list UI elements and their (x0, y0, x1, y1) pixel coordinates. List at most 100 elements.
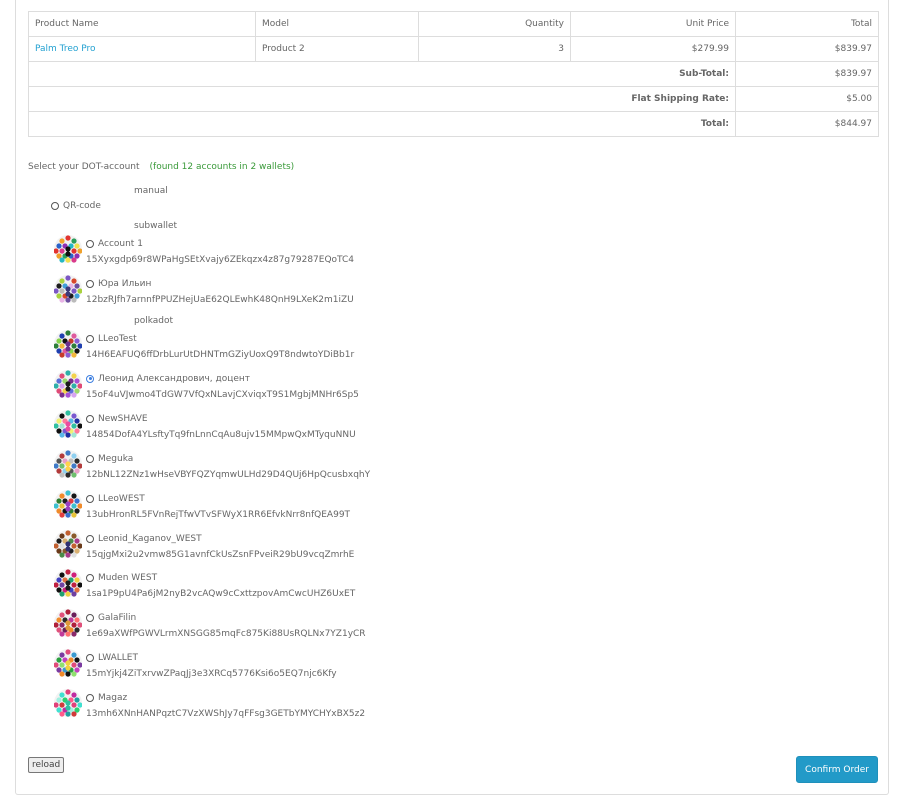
account-name-line: Magaz (86, 693, 127, 703)
account-radio[interactable] (86, 279, 94, 288)
account-identicon-icon (54, 609, 82, 637)
account-address: 15Xyxgdp69r8WPaHgSEtXvajy6ZEkqzx4z87g792… (86, 255, 355, 265)
account-radio[interactable] (86, 534, 94, 543)
account-address: 13ubHronRL5FVnRejTfwVTvSFWyX1RR6EfvkNrr8… (86, 510, 351, 520)
account-option[interactable]: Юра Ильин 12bzRJfh7arnnfPPUZHejUaE62QLEwh… (54, 275, 414, 311)
account-name: Леонид Александрович, доцент (98, 374, 251, 384)
qr-code-label: QR-code (63, 201, 101, 211)
account-option[interactable]: Meguka 12bNL12ZNz1wHseVBYFQZYqmwULHd29D4Q… (54, 450, 414, 486)
account-option[interactable]: Леонид Александрович, доцент 15oF4uVJwmo4… (54, 370, 414, 406)
product-name-cell: Palm Treo Pro (28, 36, 256, 62)
account-identicon-icon (54, 330, 82, 358)
total-value: $844.97 (735, 111, 879, 137)
account-radio[interactable] (86, 693, 94, 702)
account-name: Account 1 (98, 239, 143, 249)
account-radio[interactable] (86, 414, 94, 423)
quantity-cell: 3 (418, 36, 571, 62)
account-radio[interactable] (86, 239, 94, 248)
account-name-line: Leonid_Kaganov_WEST (86, 534, 202, 544)
account-name: Muden WEST (98, 573, 158, 583)
account-name: Meguka (98, 454, 134, 464)
account-name-line: LWALLET (86, 653, 138, 663)
account-name-line: Леонид Александрович, доцент (86, 374, 250, 384)
account-name-line: LLeoTest (86, 334, 137, 344)
account-name-line: GalaFilin (86, 613, 136, 623)
account-radio[interactable] (86, 573, 94, 582)
account-address: 13mh6XNnHANPqztC7VzXWShJy7qFFsg3GETbYMYC… (86, 709, 366, 719)
account-option[interactable]: GalaFilin 1e69aXWfPGWVLrmXNSGG85mqFc875Ki… (54, 609, 414, 645)
account-name: Magaz (98, 693, 128, 703)
shipping-label: Flat Shipping Rate: (28, 86, 736, 112)
group-label-polkadot: polkadot (134, 316, 174, 326)
account-option[interactable]: LWALLET 15mYjkj4ZiTxrvwZPaqJj3e3XRCq5776K… (54, 649, 414, 685)
account-radio[interactable] (86, 374, 94, 383)
found-accounts-text: (found 12 accounts in 2 wallets) (149, 162, 295, 172)
qr-code-radio[interactable] (51, 201, 59, 210)
account-radio[interactable] (86, 653, 94, 662)
account-address: 14H6EAFUQ6ffDrbLurUtDHNTmGZiyUoxQ9T8ndwt… (86, 350, 355, 360)
column-header-total: Total (735, 11, 879, 37)
account-name-line: Юра Ильин (86, 279, 151, 289)
group-label-manual: manual (134, 186, 168, 196)
account-identicon-icon (54, 410, 82, 438)
checkout-confirm-panel: Product Name Model Quantity Unit Price T… (15, 0, 889, 795)
subtotal-row: Sub-Total: $839.97 (28, 61, 879, 87)
account-identicon-icon (54, 275, 82, 303)
account-option[interactable]: NewSHAVE 14854DofA4YLsftyTq9fnLnnCqAu8ujv… (54, 410, 414, 446)
account-option[interactable]: Account 1 15Xyxgdp69r8WPaHgSEtXvajy6ZEkqz… (54, 235, 414, 271)
dot-account-heading: Select your DOT-account (found 12 account… (28, 162, 294, 172)
account-name-line: Muden WEST (86, 573, 157, 583)
account-address: 15qjgMxi2u2vmw85G1avnfCkUsZsnFPveiR29bU9… (86, 550, 355, 560)
model-cell: Product 2 (255, 36, 419, 62)
account-identicon-icon (54, 649, 82, 677)
account-address: 12bNL12ZNz1wHseVBYFQZYqmwULHd29D4QUj6HpQ… (86, 470, 371, 480)
account-name: NewSHAVE (98, 414, 148, 424)
account-identicon-icon (54, 235, 82, 263)
account-name: Leonid_Kaganov_WEST (98, 534, 202, 544)
qr-code-option[interactable]: QR-code (51, 201, 101, 211)
shipping-row: Flat Shipping Rate: $5.00 (28, 86, 879, 112)
total-row: Total: $844.97 (28, 111, 879, 137)
account-option[interactable]: Magaz 13mh6XNnHANPqztC7VzXWShJy7qFFsg3GET… (54, 689, 414, 725)
account-address: 1sa1P9pU4Pa6jM2nyB2vcAQw9cCxttzpovAmCwcU… (86, 589, 356, 599)
account-option[interactable]: Leonid_Kaganov_WEST 15qjgMxi2u2vmw85G1avn… (54, 530, 414, 566)
subtotal-value: $839.97 (735, 61, 879, 87)
account-name: LLeoWEST (98, 494, 145, 504)
group-label-subwallet: subwallet (134, 221, 178, 231)
total-label: Total: (28, 111, 736, 137)
account-option[interactable]: LLeoTest 14H6EAFUQ6ffDrbLurUtDHNTmGZiyUox… (54, 330, 414, 366)
account-name: LWALLET (98, 653, 138, 663)
select-dot-account-label: Select your DOT-account (28, 162, 140, 172)
account-name-line: NewSHAVE (86, 414, 148, 424)
account-identicon-icon (54, 490, 82, 518)
column-header-product-name: Product Name (28, 11, 256, 37)
account-identicon-icon (54, 689, 82, 717)
line-total-cell: $839.97 (735, 36, 879, 62)
account-name-line: Meguka (86, 454, 133, 464)
account-address: 14854DofA4YLsftyTq9fnLnnCqAu8ujv15MMpwQx… (86, 430, 356, 440)
cart-header-row: Product Name Model Quantity Unit Price T… (28, 11, 879, 37)
account-name-line: LLeoWEST (86, 494, 145, 504)
account-identicon-icon (54, 370, 82, 398)
account-address: 12bzRJfh7arnnfPPUZHejUaE62QLEwhK48QnH9LX… (86, 295, 354, 305)
account-identicon-icon (54, 450, 82, 478)
column-header-unit-price: Unit Price (570, 11, 736, 37)
account-name: Юра Ильин (98, 279, 152, 289)
reload-button[interactable]: reload (28, 757, 65, 773)
confirm-order-button[interactable]: Confirm Order (796, 756, 878, 783)
product-link[interactable]: Palm Treo Pro (35, 44, 96, 54)
account-option[interactable]: Muden WEST 1sa1P9pU4Pa6jM2nyB2vcAQw9cCxtt… (54, 569, 414, 605)
cart-table: Product Name Model Quantity Unit Price T… (28, 11, 879, 137)
account-radio[interactable] (86, 454, 94, 463)
account-radio[interactable] (86, 494, 94, 503)
account-name: GalaFilin (98, 613, 137, 623)
account-radio[interactable] (86, 334, 94, 343)
account-radio[interactable] (86, 613, 94, 622)
account-identicon-icon (54, 530, 82, 558)
account-option[interactable]: LLeoWEST 13ubHronRL5FVnRejTfwVTvSFWyX1RR6… (54, 490, 414, 526)
account-address: 15oF4uVJwmo4TdGW7VfQxNLavjCXviqxT9S1Mgbj… (86, 390, 359, 400)
shipping-value: $5.00 (735, 86, 879, 112)
column-header-model: Model (255, 11, 419, 37)
unit-price-cell: $279.99 (570, 36, 736, 62)
account-identicon-icon (54, 569, 82, 597)
